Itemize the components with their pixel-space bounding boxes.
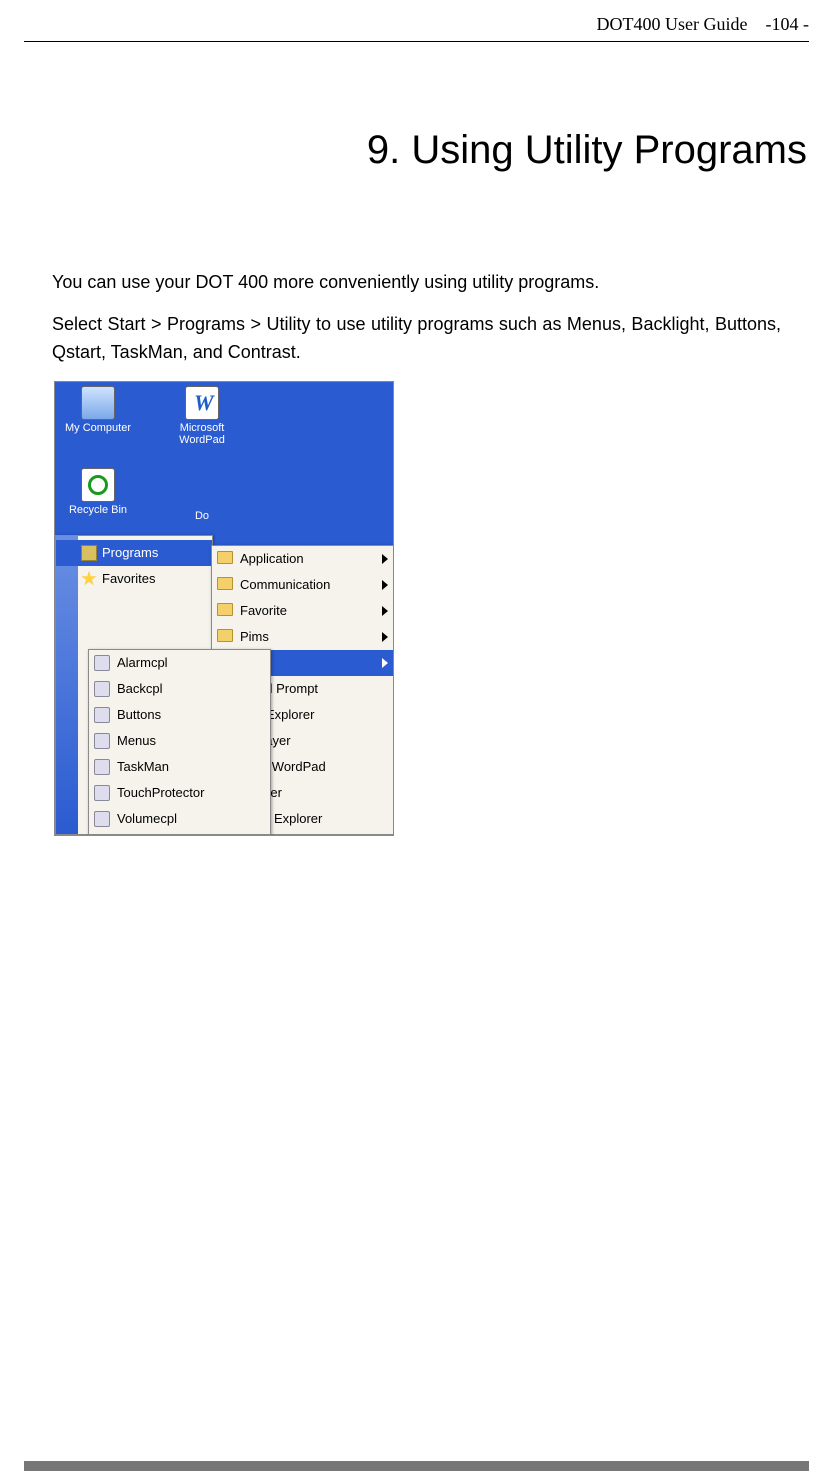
desktop-icon-partial-label: Do xyxy=(195,510,209,522)
chapter-title: 9. Using Utility Programs xyxy=(24,128,809,173)
desktop-icon-my-computer[interactable]: My Computer xyxy=(63,386,133,434)
utility-item-backcpl-label: Backcpl xyxy=(117,681,163,696)
programs-item-favorite[interactable]: Favorite xyxy=(212,598,394,624)
utility-item-volumecpl[interactable]: Volumecpl xyxy=(89,806,270,832)
programs-item-favorite-label: Favorite xyxy=(240,603,287,618)
utility-item-backcpl[interactable]: Backcpl xyxy=(89,676,270,702)
backlight-icon xyxy=(94,681,110,697)
programs-item-application[interactable]: Application xyxy=(212,546,394,572)
start-menu-favorites-label: Favorites xyxy=(102,571,155,586)
folder-icon xyxy=(217,577,233,590)
embedded-screenshot: My Computer Microsoft WordPad Recycle Bi… xyxy=(54,381,394,836)
utility-item-volumecpl-label: Volumecpl xyxy=(117,811,177,826)
menus-icon xyxy=(94,733,110,749)
utility-item-menus-label: Menus xyxy=(117,733,156,748)
utility-submenu: Alarmcpl Backcpl Buttons Menus TaskMan T… xyxy=(88,649,271,835)
header-title: DOT400 User Guide xyxy=(597,14,748,35)
clock-icon xyxy=(94,655,110,671)
utility-item-taskman-label: TaskMan xyxy=(117,759,169,774)
utility-item-buttons[interactable]: Buttons xyxy=(89,702,270,728)
my-computer-icon xyxy=(81,386,115,420)
buttons-icon xyxy=(94,707,110,723)
desktop-icon-wordpad[interactable]: Microsoft WordPad xyxy=(167,386,237,446)
utility-item-touchprotector-label: TouchProtector xyxy=(117,785,204,800)
folder-icon xyxy=(217,629,233,642)
body-text: You can use your DOT 400 more convenient… xyxy=(24,269,809,367)
paragraph-2: Select Start > Programs > Utility to use… xyxy=(52,311,781,367)
folder-icon xyxy=(217,551,233,564)
submenu-arrow-icon xyxy=(382,632,388,642)
utility-item-touchprotector[interactable]: TouchProtector xyxy=(89,780,270,806)
programs-item-pims-label: Pims xyxy=(240,629,269,644)
wordpad-icon xyxy=(185,386,219,420)
submenu-arrow-icon xyxy=(382,658,388,668)
utility-item-alarmcpl[interactable]: Alarmcpl xyxy=(89,650,270,676)
taskman-icon xyxy=(94,759,110,775)
my-computer-label: My Computer xyxy=(65,422,131,434)
wordpad-label: Microsoft WordPad xyxy=(179,422,225,446)
footer-bar xyxy=(24,1461,809,1471)
programs-item-pims[interactable]: Pims xyxy=(212,624,394,650)
recycle-bin-label: Recycle Bin xyxy=(69,504,127,516)
desktop-icon-recycle-bin[interactable]: Recycle Bin xyxy=(63,468,133,516)
start-menu-favorites[interactable]: Favorites xyxy=(56,566,212,592)
desktop-icon-partial[interactable]: Do xyxy=(167,510,237,522)
volume-icon xyxy=(94,811,110,827)
utility-item-buttons-label: Buttons xyxy=(117,707,161,722)
header-page-number: -104 - xyxy=(766,14,810,35)
submenu-arrow-icon xyxy=(382,606,388,616)
favorites-star-icon xyxy=(81,571,97,587)
programs-item-application-label: Application xyxy=(240,551,304,566)
paragraph-1: You can use your DOT 400 more convenient… xyxy=(52,269,781,297)
start-menu-programs[interactable]: Programs xyxy=(56,540,212,566)
programs-icon xyxy=(81,545,97,561)
utility-item-taskman[interactable]: TaskMan xyxy=(89,754,270,780)
header-rule xyxy=(24,41,809,42)
submenu-arrow-icon xyxy=(382,554,388,564)
utility-item-menus[interactable]: Menus xyxy=(89,728,270,754)
programs-item-communication[interactable]: Communication xyxy=(212,572,394,598)
recycle-bin-icon xyxy=(81,468,115,502)
submenu-arrow-icon xyxy=(382,580,388,590)
start-menu-programs-label: Programs xyxy=(102,545,158,560)
touch-icon xyxy=(94,785,110,801)
programs-item-communication-label: Communication xyxy=(240,577,330,592)
utility-item-alarmcpl-label: Alarmcpl xyxy=(117,655,168,670)
page-header: DOT400 User Guide -104 - xyxy=(24,0,809,35)
folder-icon xyxy=(217,603,233,616)
